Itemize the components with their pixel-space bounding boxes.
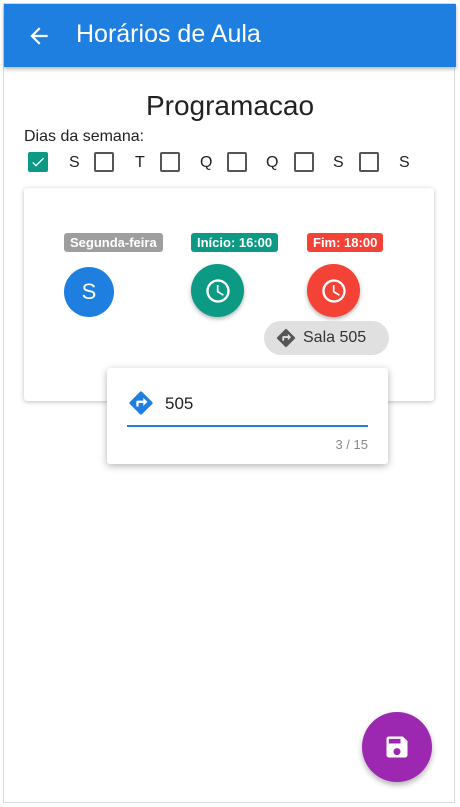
app-bar-title: Horários de Aula [76,20,261,48]
day-label: Segunda-feira [64,233,163,252]
arrow-left-icon [30,27,48,45]
days-row: S T Q Q S S [0,150,460,178]
days-label: Dias da semana: [24,128,145,145]
room-edit-popup: 3 / 15 [107,368,388,464]
day-avatar[interactable]: S [64,267,114,317]
day-letter-2: T [135,154,145,171]
start-time-button[interactable] [191,264,244,317]
day-checkbox-1[interactable] [28,152,48,172]
day-checkbox-3[interactable] [160,152,180,172]
start-time-label: Início: 16:00 [191,233,279,252]
end-time-button[interactable] [307,264,360,317]
directions-icon [276,328,296,348]
end-time-label: Fim: 18:00 [307,233,384,252]
day-letter-5: S [333,154,344,171]
app-bar: Horários de Aula [4,4,456,67]
day-checkbox-6[interactable] [359,152,379,172]
check-icon [32,157,44,167]
directions-icon [129,391,153,415]
room-input[interactable] [165,393,365,415]
clock-icon [205,278,230,303]
day-letter-1: S [69,154,80,171]
room-input-counter: 3 / 15 [335,437,368,452]
day-checkbox-5[interactable] [294,152,314,172]
day-letter-3: Q [200,154,213,171]
day-checkbox-2[interactable] [94,152,114,172]
room-input-underline [127,425,368,427]
day-checkbox-4[interactable] [227,152,247,172]
room-chip-label: Sala 505 [303,329,367,346]
clock-icon [321,278,346,303]
save-button[interactable] [362,712,432,782]
save-icon [386,736,408,758]
day-letter-4: Q [266,154,279,171]
day-letter-6: S [399,154,410,171]
room-chip[interactable]: Sala 505 [264,321,389,355]
day-initial: S [81,279,97,304]
back-button[interactable] [24,21,54,51]
page-title: Programacao [145,90,315,121]
